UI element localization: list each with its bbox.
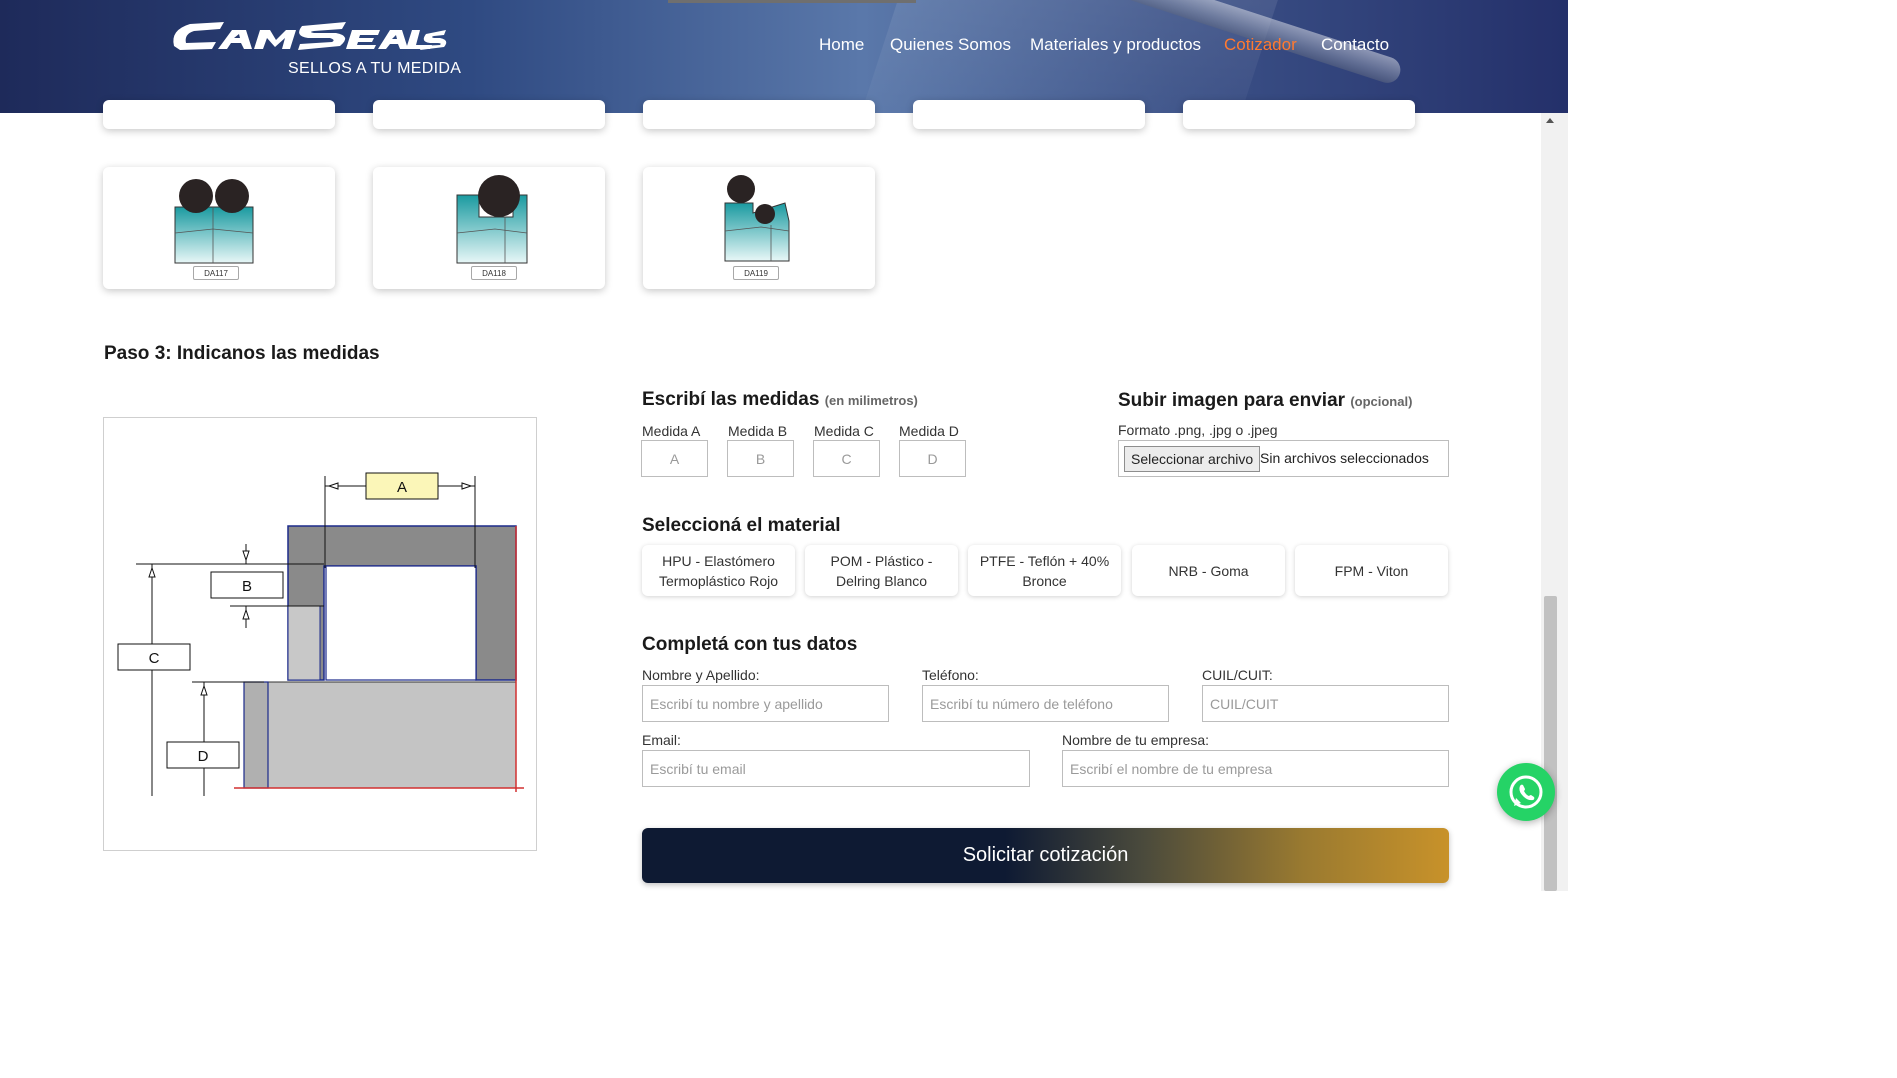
medida-c-input[interactable] [813,440,880,477]
profile-card-partial[interactable] [643,100,875,129]
company-input[interactable] [1062,750,1449,787]
profile-code-label: DA117 [193,266,239,280]
file-status-text: Sin archivos seleccionados [1260,450,1429,466]
nav-quienes-somos[interactable]: Quienes Somos [890,35,1011,57]
select-file-button[interactable]: Seleccionar archivo [1124,446,1261,472]
measurement-diagram: A B C D [103,417,537,851]
upload-title-text: Subir imagen para enviar [1118,390,1346,411]
profile-card-da119[interactable]: DA119 [643,167,875,289]
company-label: Nombre de tu empresa: [1062,732,1210,748]
contact-title: Completá con tus datos [642,634,858,655]
nav-materiales-productos[interactable]: Materiales y productos [1030,35,1201,57]
measures-title-note: (en milimetros) [824,393,918,408]
measures-title: Escribí las medidas (en milimetros) [642,389,918,411]
profile-card-partial[interactable] [1183,100,1415,129]
profile-card-partial[interactable] [913,100,1145,129]
nav-cotizador[interactable]: Cotizador [1224,35,1297,57]
material-option-pom[interactable]: POM - Plástico - Delring Blanco [805,545,958,596]
medida-a-input[interactable] [641,440,708,477]
medida-b-label: Medida B [728,423,788,439]
medida-b-input[interactable] [727,440,794,477]
diagram-label-b: B [242,578,252,595]
upload-format-hint: Formato .png, .jpg o .jpeg [1118,422,1278,438]
upload-title: Subir imagen para enviar (opcional) [1118,390,1412,412]
email-input[interactable] [642,750,1030,787]
medida-c-label: Medida C [814,423,874,439]
material-option-hpu[interactable]: HPU - Elastómero Termoplástico Rojo [642,545,795,596]
medida-a-label: Medida A [642,423,701,439]
phone-label: Teléfono: [922,667,979,683]
name-label: Nombre y Apellido: [642,667,760,683]
diagram-label-c: C [149,650,160,667]
profile-card-da117[interactable]: DA117 [103,167,335,289]
cuit-input[interactable] [1202,685,1449,722]
nav-home[interactable]: Home [819,35,864,57]
medida-d-input[interactable] [899,440,966,477]
profile-card-da118[interactable]: DA118 [373,167,605,289]
scrollbar-thumb[interactable] [1544,596,1557,891]
file-upload-field[interactable]: Seleccionar archivo Sin archivos selecci… [1118,440,1449,477]
email-label: Email: [642,732,681,748]
measurement-diagram-drawing: A B C D [117,472,524,796]
diagram-label-a: A [397,479,407,496]
phone-input[interactable] [922,685,1169,722]
nav-contacto[interactable]: Contacto [1321,35,1389,57]
material-option-fpm[interactable]: FPM - Viton [1295,545,1448,596]
whatsapp-button[interactable] [1497,763,1555,821]
logo-tagline: SELLOS A TU MEDIDA [288,60,462,77]
medida-d-label: Medida D [899,423,959,439]
scroll-up-arrow-icon[interactable] [1546,118,1554,123]
name-input[interactable] [642,685,889,722]
cuit-label: CUIL/CUIT: [1202,667,1273,683]
request-quote-button[interactable]: Solicitar cotización [642,828,1449,883]
measures-title-text: Escribí las medidas [642,389,820,410]
header-top-bar [668,0,916,3]
profile-code-label: DA118 [471,266,517,280]
material-option-nrb[interactable]: NRB - Goma [1132,545,1285,596]
profile-card-partial[interactable] [373,100,605,129]
camseals-logo-mark [173,22,447,50]
diagram-label-d: D [198,748,209,765]
material-title: Seleccioná el material [642,515,841,536]
upload-title-note: (opcional) [1350,394,1413,409]
material-option-ptfe[interactable]: PTFE - Teflón + 40% Bronce [968,545,1121,596]
whatsapp-icon [1509,775,1543,809]
profile-card-partial[interactable] [103,100,335,129]
step-3-title: Paso 3: Indicanos las medidas [104,343,380,364]
site-logo[interactable]: SELLOS A TU MEDIDA [168,16,461,86]
site-header: SELLOS A TU MEDIDA Home Quienes Somos Ma… [0,0,1568,113]
profile-code-label: DA119 [733,266,779,280]
